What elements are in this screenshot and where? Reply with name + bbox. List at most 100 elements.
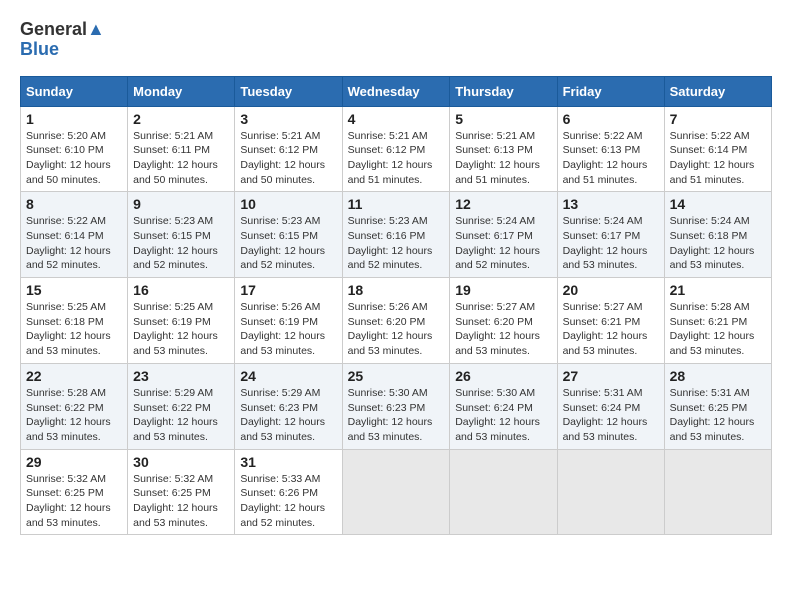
calendar-cell: 1 Sunrise: 5:20 AMSunset: 6:10 PMDayligh… (21, 106, 128, 192)
calendar-cell: 11 Sunrise: 5:23 AMSunset: 6:16 PMDaylig… (342, 192, 450, 278)
day-info: Sunrise: 5:30 AMSunset: 6:23 PMDaylight:… (348, 387, 433, 443)
day-info: Sunrise: 5:32 AMSunset: 6:25 PMDaylight:… (133, 473, 218, 529)
calendar-cell: 23 Sunrise: 5:29 AMSunset: 6:22 PMDaylig… (128, 363, 235, 449)
calendar-row: 1 Sunrise: 5:20 AMSunset: 6:10 PMDayligh… (21, 106, 772, 192)
day-number: 17 (240, 282, 336, 298)
day-info: Sunrise: 5:31 AMSunset: 6:25 PMDaylight:… (670, 387, 755, 443)
day-number: 29 (26, 454, 122, 470)
day-number: 31 (240, 454, 336, 470)
day-info: Sunrise: 5:32 AMSunset: 6:25 PMDaylight:… (26, 473, 111, 529)
calendar-cell: 29 Sunrise: 5:32 AMSunset: 6:25 PMDaylig… (21, 449, 128, 535)
day-info: Sunrise: 5:21 AMSunset: 6:13 PMDaylight:… (455, 130, 540, 186)
calendar-row: 15 Sunrise: 5:25 AMSunset: 6:18 PMDaylig… (21, 278, 772, 364)
day-number: 14 (670, 196, 766, 212)
day-info: Sunrise: 5:20 AMSunset: 6:10 PMDaylight:… (26, 130, 111, 186)
day-info: Sunrise: 5:22 AMSunset: 6:14 PMDaylight:… (26, 215, 111, 271)
day-info: Sunrise: 5:28 AMSunset: 6:22 PMDaylight:… (26, 387, 111, 443)
calendar-cell: 31 Sunrise: 5:33 AMSunset: 6:26 PMDaylig… (235, 449, 342, 535)
day-number: 4 (348, 111, 445, 127)
day-number: 23 (133, 368, 229, 384)
calendar-cell: 19 Sunrise: 5:27 AMSunset: 6:20 PMDaylig… (450, 278, 557, 364)
day-number: 16 (133, 282, 229, 298)
day-number: 25 (348, 368, 445, 384)
calendar-cell (557, 449, 664, 535)
calendar-cell: 10 Sunrise: 5:23 AMSunset: 6:15 PMDaylig… (235, 192, 342, 278)
day-info: Sunrise: 5:21 AMSunset: 6:12 PMDaylight:… (348, 130, 433, 186)
day-number: 3 (240, 111, 336, 127)
calendar-cell: 4 Sunrise: 5:21 AMSunset: 6:12 PMDayligh… (342, 106, 450, 192)
calendar-cell: 14 Sunrise: 5:24 AMSunset: 6:18 PMDaylig… (664, 192, 771, 278)
calendar-cell: 12 Sunrise: 5:24 AMSunset: 6:17 PMDaylig… (450, 192, 557, 278)
day-number: 10 (240, 196, 336, 212)
day-info: Sunrise: 5:31 AMSunset: 6:24 PMDaylight:… (563, 387, 648, 443)
calendar-row: 8 Sunrise: 5:22 AMSunset: 6:14 PMDayligh… (21, 192, 772, 278)
calendar-cell: 25 Sunrise: 5:30 AMSunset: 6:23 PMDaylig… (342, 363, 450, 449)
calendar-cell: 3 Sunrise: 5:21 AMSunset: 6:12 PMDayligh… (235, 106, 342, 192)
day-number: 8 (26, 196, 122, 212)
day-info: Sunrise: 5:23 AMSunset: 6:15 PMDaylight:… (133, 215, 218, 271)
day-number: 24 (240, 368, 336, 384)
weekday-header: Sunday (21, 76, 128, 106)
day-number: 21 (670, 282, 766, 298)
day-number: 19 (455, 282, 551, 298)
calendar-cell (664, 449, 771, 535)
day-number: 7 (670, 111, 766, 127)
day-info: Sunrise: 5:25 AMSunset: 6:18 PMDaylight:… (26, 301, 111, 357)
day-number: 28 (670, 368, 766, 384)
day-info: Sunrise: 5:28 AMSunset: 6:21 PMDaylight:… (670, 301, 755, 357)
calendar-cell: 6 Sunrise: 5:22 AMSunset: 6:13 PMDayligh… (557, 106, 664, 192)
day-info: Sunrise: 5:26 AMSunset: 6:20 PMDaylight:… (348, 301, 433, 357)
day-info: Sunrise: 5:27 AMSunset: 6:21 PMDaylight:… (563, 301, 648, 357)
day-info: Sunrise: 5:22 AMSunset: 6:13 PMDaylight:… (563, 130, 648, 186)
weekday-header: Wednesday (342, 76, 450, 106)
weekday-header: Monday (128, 76, 235, 106)
day-number: 30 (133, 454, 229, 470)
weekday-header: Friday (557, 76, 664, 106)
calendar-cell: 20 Sunrise: 5:27 AMSunset: 6:21 PMDaylig… (557, 278, 664, 364)
calendar-cell: 17 Sunrise: 5:26 AMSunset: 6:19 PMDaylig… (235, 278, 342, 364)
calendar-cell: 8 Sunrise: 5:22 AMSunset: 6:14 PMDayligh… (21, 192, 128, 278)
calendar-cell: 2 Sunrise: 5:21 AMSunset: 6:11 PMDayligh… (128, 106, 235, 192)
day-info: Sunrise: 5:24 AMSunset: 6:17 PMDaylight:… (455, 215, 540, 271)
day-number: 9 (133, 196, 229, 212)
calendar-cell: 5 Sunrise: 5:21 AMSunset: 6:13 PMDayligh… (450, 106, 557, 192)
day-number: 26 (455, 368, 551, 384)
day-info: Sunrise: 5:24 AMSunset: 6:17 PMDaylight:… (563, 215, 648, 271)
day-number: 5 (455, 111, 551, 127)
calendar-cell: 24 Sunrise: 5:29 AMSunset: 6:23 PMDaylig… (235, 363, 342, 449)
day-number: 20 (563, 282, 659, 298)
day-number: 18 (348, 282, 445, 298)
day-number: 13 (563, 196, 659, 212)
weekday-header-row: SundayMondayTuesdayWednesdayThursdayFrid… (21, 76, 772, 106)
calendar-table: SundayMondayTuesdayWednesdayThursdayFrid… (20, 76, 772, 536)
calendar-cell: 27 Sunrise: 5:31 AMSunset: 6:24 PMDaylig… (557, 363, 664, 449)
calendar-cell (342, 449, 450, 535)
calendar-cell: 21 Sunrise: 5:28 AMSunset: 6:21 PMDaylig… (664, 278, 771, 364)
weekday-header: Thursday (450, 76, 557, 106)
calendar-cell: 16 Sunrise: 5:25 AMSunset: 6:19 PMDaylig… (128, 278, 235, 364)
calendar-row: 22 Sunrise: 5:28 AMSunset: 6:22 PMDaylig… (21, 363, 772, 449)
day-info: Sunrise: 5:27 AMSunset: 6:20 PMDaylight:… (455, 301, 540, 357)
calendar-cell: 22 Sunrise: 5:28 AMSunset: 6:22 PMDaylig… (21, 363, 128, 449)
day-info: Sunrise: 5:23 AMSunset: 6:16 PMDaylight:… (348, 215, 433, 271)
day-info: Sunrise: 5:21 AMSunset: 6:12 PMDaylight:… (240, 130, 325, 186)
calendar-cell: 30 Sunrise: 5:32 AMSunset: 6:25 PMDaylig… (128, 449, 235, 535)
day-number: 2 (133, 111, 229, 127)
day-info: Sunrise: 5:26 AMSunset: 6:19 PMDaylight:… (240, 301, 325, 357)
calendar-cell: 28 Sunrise: 5:31 AMSunset: 6:25 PMDaylig… (664, 363, 771, 449)
day-number: 15 (26, 282, 122, 298)
day-info: Sunrise: 5:21 AMSunset: 6:11 PMDaylight:… (133, 130, 218, 186)
calendar-cell: 26 Sunrise: 5:30 AMSunset: 6:24 PMDaylig… (450, 363, 557, 449)
calendar-cell: 18 Sunrise: 5:26 AMSunset: 6:20 PMDaylig… (342, 278, 450, 364)
day-info: Sunrise: 5:29 AMSunset: 6:23 PMDaylight:… (240, 387, 325, 443)
day-info: Sunrise: 5:25 AMSunset: 6:19 PMDaylight:… (133, 301, 218, 357)
calendar-row: 29 Sunrise: 5:32 AMSunset: 6:25 PMDaylig… (21, 449, 772, 535)
day-number: 6 (563, 111, 659, 127)
day-number: 22 (26, 368, 122, 384)
day-number: 11 (348, 196, 445, 212)
calendar-cell (450, 449, 557, 535)
day-info: Sunrise: 5:29 AMSunset: 6:22 PMDaylight:… (133, 387, 218, 443)
day-number: 12 (455, 196, 551, 212)
day-info: Sunrise: 5:22 AMSunset: 6:14 PMDaylight:… (670, 130, 755, 186)
day-number: 27 (563, 368, 659, 384)
